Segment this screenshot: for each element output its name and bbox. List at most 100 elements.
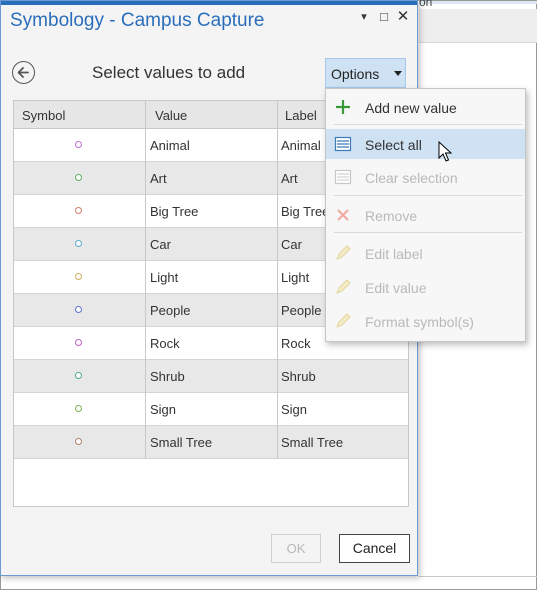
- point-symbol-icon: [75, 174, 82, 181]
- column-divider: [145, 162, 146, 195]
- label-cell[interactable]: Sign: [281, 402, 307, 417]
- value-cell: Light: [150, 270, 179, 285]
- table-row[interactable]: Shrub Shrub: [14, 360, 408, 393]
- menu-item-label: Edit value: [365, 280, 427, 296]
- menu-item-label: Format symbol(s): [365, 314, 474, 330]
- column-divider: [145, 101, 146, 129]
- value-cell: Rock: [150, 336, 180, 351]
- label-cell[interactable]: People: [281, 303, 321, 318]
- close-icon[interactable]: ✕: [395, 9, 411, 25]
- options-button[interactable]: Options: [325, 58, 406, 88]
- column-divider: [145, 261, 146, 294]
- value-cell: People: [150, 303, 191, 318]
- column-divider: [145, 195, 146, 228]
- point-symbol-icon: [75, 306, 82, 313]
- menu-separator: [334, 195, 522, 196]
- maximize-icon[interactable]: □: [376, 9, 392, 25]
- pencil-icon: [336, 245, 351, 260]
- options-button-label: Options: [331, 66, 380, 82]
- column-divider: [277, 162, 278, 195]
- column-divider: [145, 294, 146, 327]
- column-header-value[interactable]: Value: [155, 108, 187, 123]
- column-divider: [145, 228, 146, 261]
- label-cell[interactable]: Rock: [281, 336, 311, 351]
- label-cell[interactable]: Light: [281, 270, 309, 285]
- point-symbol-icon: [75, 372, 82, 379]
- label-cell[interactable]: Big Tree: [281, 204, 329, 219]
- column-divider: [145, 327, 146, 360]
- mouse-cursor-icon: [438, 141, 452, 162]
- label-cell[interactable]: Art: [281, 171, 298, 186]
- point-symbol-icon: [75, 405, 82, 412]
- menu-item-label: Select all: [365, 137, 422, 153]
- point-symbol-icon: [75, 240, 82, 247]
- column-divider: [277, 261, 278, 294]
- menu-item-select-all[interactable]: Select all: [326, 129, 525, 159]
- value-cell: Small Tree: [150, 435, 213, 450]
- menu-item-remove[interactable]: Remove: [326, 200, 525, 230]
- label-cell[interactable]: Animal: [281, 138, 321, 153]
- column-divider: [145, 129, 146, 162]
- column-divider: [277, 360, 278, 393]
- column-divider: [277, 294, 278, 327]
- column-header-label[interactable]: Label: [285, 108, 317, 123]
- chevron-down-icon: [394, 71, 402, 76]
- column-divider: [145, 393, 146, 426]
- select-all-icon: [334, 136, 352, 152]
- column-divider: [277, 228, 278, 261]
- menu-item-label: Clear selection: [365, 170, 458, 186]
- menu-item-label: Edit label: [365, 246, 423, 262]
- menu-item-clear-selection[interactable]: Clear selection: [326, 162, 525, 192]
- column-header-symbol[interactable]: Symbol: [22, 108, 65, 123]
- point-symbol-icon: [75, 207, 82, 214]
- pencil-icon: [336, 279, 351, 294]
- point-symbol-icon: [75, 273, 82, 280]
- select-values-heading: Select values to add: [92, 63, 246, 82]
- table-row[interactable]: Small Tree Small Tree: [14, 426, 408, 459]
- menu-item-edit-label[interactable]: Edit label: [326, 238, 525, 268]
- cancel-button[interactable]: Cancel: [339, 534, 410, 563]
- point-symbol-icon: [75, 438, 82, 445]
- background-top-strip: [419, 1, 537, 4]
- label-cell[interactable]: Car: [281, 237, 302, 252]
- column-divider: [277, 195, 278, 228]
- value-cell: Big Tree: [150, 204, 199, 219]
- menu-item-edit-value[interactable]: Edit value: [326, 272, 525, 302]
- pin-dropdown-icon[interactable]: ▾: [356, 9, 372, 25]
- pencil-icon: [336, 313, 351, 328]
- column-divider: [277, 393, 278, 426]
- column-divider: [145, 360, 146, 393]
- dialog-accent-bar: [1, 1, 417, 5]
- back-arrow-icon: [17, 67, 29, 78]
- menu-separator: [334, 232, 522, 233]
- back-button[interactable]: [12, 61, 35, 84]
- menu-item-label: Add new value: [365, 100, 457, 116]
- options-menu: Add new value Select all Clear selection…: [325, 88, 526, 342]
- column-divider: [277, 129, 278, 162]
- value-cell: Sign: [150, 402, 177, 417]
- value-cell: Shrub: [150, 369, 185, 384]
- menu-item-add-new-value[interactable]: Add new value: [326, 92, 525, 122]
- point-symbol-icon: [75, 141, 82, 148]
- column-divider: [277, 327, 278, 360]
- menu-item-label: Remove: [365, 208, 418, 224]
- menu-separator: [334, 124, 522, 125]
- value-cell: Car: [150, 237, 171, 252]
- value-cell: Animal: [150, 138, 190, 153]
- background-toolbar: [419, 9, 537, 43]
- table-row[interactable]: Sign Sign: [14, 393, 408, 426]
- dialog-title: Symbology - Campus Capture: [10, 10, 265, 31]
- background-divider: [419, 576, 537, 577]
- plus-icon: [336, 100, 350, 114]
- remove-icon: [337, 209, 349, 221]
- column-divider: [277, 101, 278, 129]
- menu-item-format-symbols[interactable]: Format symbol(s): [326, 306, 525, 336]
- clear-selection-icon: [334, 169, 352, 185]
- label-cell[interactable]: Shrub: [281, 369, 316, 384]
- point-symbol-icon: [75, 339, 82, 346]
- label-cell[interactable]: Small Tree: [281, 435, 343, 450]
- ok-button[interactable]: OK: [271, 534, 321, 563]
- value-cell: Art: [150, 171, 167, 186]
- column-divider: [145, 426, 146, 459]
- column-divider: [277, 426, 278, 459]
